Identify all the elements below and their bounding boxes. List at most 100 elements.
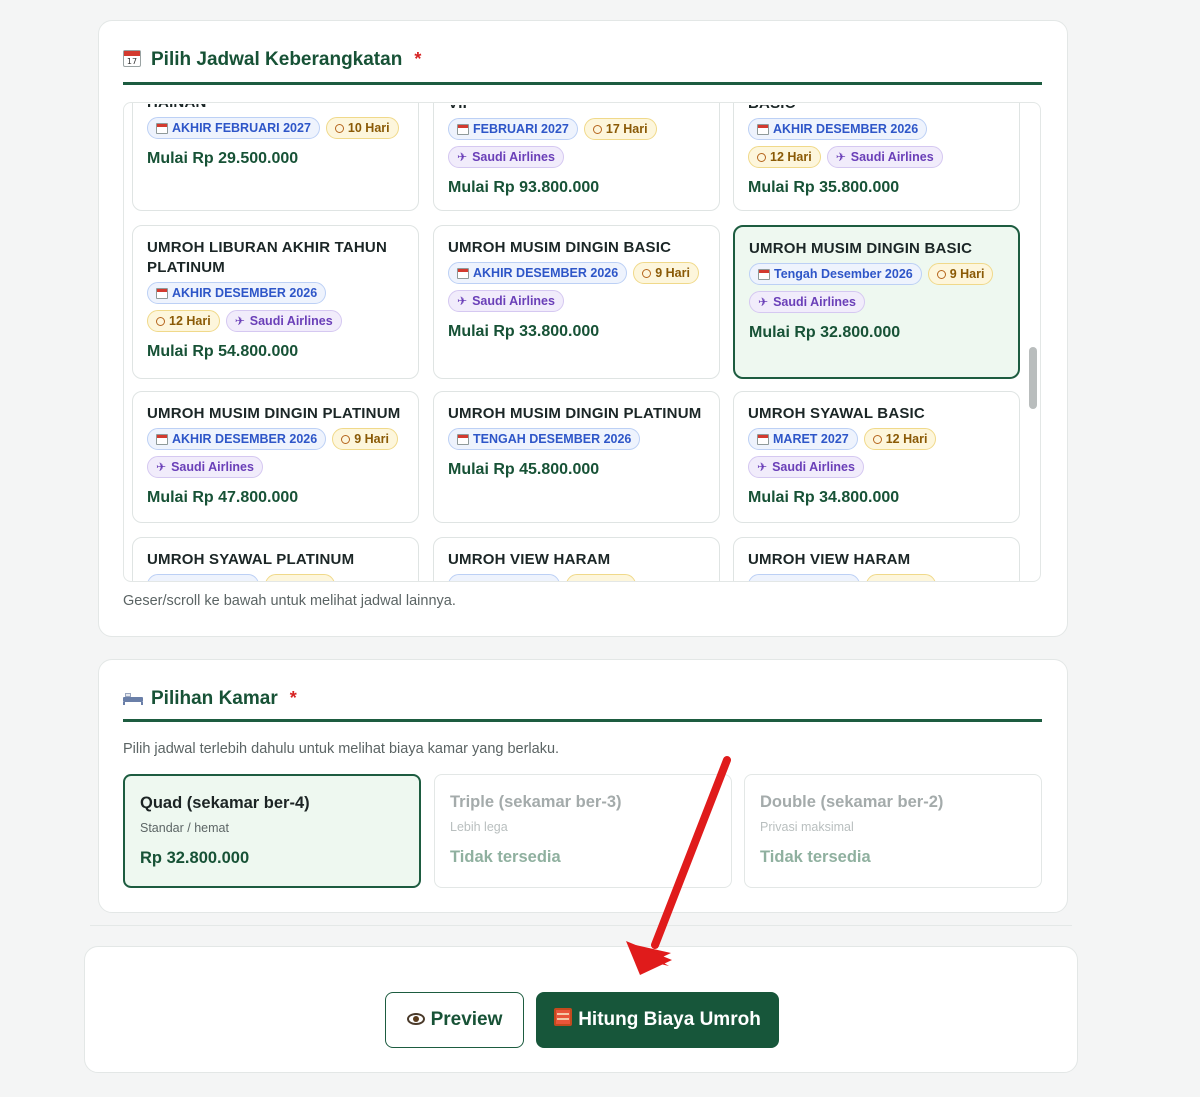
package-card[interactable]: UMROH VIEW HARAM (733, 537, 1020, 581)
calendar-icon (123, 49, 143, 69)
timer-icon (757, 152, 766, 162)
eye-icon (406, 1009, 425, 1031)
airline-text: Saudi Airlines (773, 295, 856, 309)
duration-badge (866, 574, 936, 581)
package-tags: Tengah Desember 2026 9 Hari ✈ Saudi Airline… (749, 263, 1004, 313)
departure-date-text: Tengah Desember 2026 (774, 267, 913, 281)
departure-date-badge: AKHIR DESEMBER 2026 (448, 262, 628, 284)
duration-badge: 10 Hari (325, 117, 399, 139)
package-name: UMROH VIEW HARAM (448, 551, 611, 568)
duration-text: 9 Hari (949, 267, 985, 281)
departure-date-badge: MARET 2027 (748, 428, 858, 450)
package-price: Mulai Rp 45.800.000 (448, 461, 600, 478)
package-tags: AKHIR FEBRUARI 2027 10 Hari (147, 117, 404, 139)
airline-badge: ✈ Saudi Airlines (448, 146, 564, 168)
package-tags: AKHIR DESEMBER 2026 12 Hari ✈ Saudi Airline… (748, 118, 1005, 168)
room-option-triple[interactable]: Triple (sekamar ber-3) Lebih lega Tidak … (434, 774, 732, 888)
package-name: UMROH MUSIM DINGIN PLATINUM (147, 405, 401, 422)
preview-label: Preview (430, 1009, 503, 1030)
airline-text: Saudi Airlines (249, 314, 333, 328)
package-price: Mulai Rp 35.800.000 (748, 179, 900, 196)
package-name: HAINAN (147, 104, 404, 113)
departure-date-text: MARET 2027 (773, 432, 849, 446)
calendar-icon (457, 267, 469, 279)
airline-text: Saudi Airlines (850, 150, 934, 164)
room-name: Double (sekamar ber-2) (760, 793, 944, 811)
calendar-icon (758, 268, 770, 280)
room-subtitle: Lebih lega (450, 820, 508, 834)
package-name: UMROH VIEW HARAM (748, 551, 911, 568)
package-card[interactable]: UMROH MUSIM DINGIN PLATINUM AKHIR DESEMBE… (132, 391, 419, 523)
package-price: Mulai Rp 29.500.000 (147, 150, 299, 167)
scrollbar-thumb[interactable] (1029, 347, 1037, 409)
airplane-icon: ✈ (758, 295, 769, 309)
duration-badge: 12 Hari (748, 146, 821, 168)
package-card[interactable]: UMROH SYAWAL BASIC MARET 2027 12 Hari ✈ Saud… (733, 391, 1020, 523)
calendar-icon (757, 123, 769, 135)
timer-icon (936, 269, 946, 279)
schedule-list[interactable]: HAINAN AKHIR FEBRUARI 2027 10 Hari Mulai Rp… (123, 102, 1041, 582)
room-header: Pilihan Kamar * (123, 688, 1042, 722)
duration-badge: 9 Hari (927, 263, 994, 285)
departure-date-badge: FEBRUARI 2027 (448, 118, 578, 140)
room-price: Rp 32.800.000 (140, 849, 250, 867)
airplane-icon: ✈ (156, 460, 167, 474)
departure-date-badge: AKHIR DESEMBER 2026 (147, 428, 327, 450)
airplane-icon: ✈ (757, 460, 768, 474)
room-subtitle: Privasi maksimal (760, 820, 854, 834)
airline-badge: ✈ Saudi Airlines (147, 456, 263, 478)
package-card[interactable]: VIP FEBRUARI 2027 17 Hari ✈ Saudi Airlines Mu… (433, 103, 720, 211)
package-price: Mulai Rp 47.800.000 (147, 489, 299, 506)
airline-badge: ✈ Saudi Airlines (748, 456, 864, 478)
package-card[interactable]: UMROH MUSIM DINGIN BASIC Tengah Desember … (733, 225, 1020, 379)
room-option-double[interactable]: Double (sekamar ber-2) Privasi maksimal … (744, 774, 1042, 888)
package-card[interactable]: UMROH MUSIM DINGIN BASIC AKHIR DESEMBER 2… (433, 225, 720, 379)
package-card[interactable]: UMROH VIEW HARAM (433, 537, 720, 581)
duration-badge: 12 Hari (147, 310, 220, 332)
calculate-cost-button[interactable]: Hitung Biaya Umroh (536, 992, 779, 1048)
preview-button[interactable]: Preview (385, 992, 524, 1048)
room-title: Pilihan Kamar (151, 688, 278, 709)
package-name: UMROH SYAWAL PLATINUM (147, 551, 355, 568)
calendar-icon (156, 287, 168, 299)
package-name: UMROH MUSIM DINGIN PLATINUM (448, 405, 702, 422)
duration-badge: 17 Hari (583, 118, 657, 140)
duration-text: 10 Hari (347, 121, 390, 135)
room-section: Pilihan Kamar * Pilih jadwal terlebih da… (98, 659, 1068, 913)
package-card[interactable]: UMROH SYAWAL PLATINUM (132, 537, 419, 581)
duration-text: 9 Hari (655, 266, 690, 280)
required-mark: * (289, 688, 297, 708)
package-card[interactable]: UMROH MUSIM DINGIN PLATINUM TENGAH DESEMB… (433, 391, 720, 523)
room-option-quad[interactable]: Quad (sekamar ber-4) Standar / hemat Rp … (123, 774, 421, 888)
departure-date-text: AKHIR DESEMBER 2026 (773, 122, 919, 136)
departure-date-text: AKHIR DESEMBER 2026 (172, 432, 318, 446)
airplane-icon: ✈ (457, 294, 468, 308)
departure-date-text: AKHIR DESEMBER 2026 (473, 266, 619, 280)
package-card[interactable]: BASIC AKHIR DESEMBER 2026 12 Hari ✈ Saudi Ai… (733, 103, 1020, 211)
package-tags: TENGAH DESEMBER 2026 (448, 428, 705, 450)
timer-icon (341, 434, 351, 444)
calendar-icon (156, 433, 168, 445)
package-price: Mulai Rp 54.800.000 (147, 343, 299, 360)
departure-date-badge: AKHIR DESEMBER 2026 (748, 118, 928, 140)
airplane-icon: ✈ (234, 314, 245, 328)
departure-date-badge (448, 574, 560, 581)
duration-text: 17 Hari (605, 122, 648, 136)
schedule-title: Pilih Jadwal Keberangkatan (151, 49, 403, 70)
calendar-icon (757, 433, 769, 445)
airplane-icon: ✈ (835, 150, 846, 164)
package-card[interactable]: UMROH LIBURAN AKHIR TAHUN PLATINUM AKHIR … (132, 225, 419, 379)
schedule-header: Pilih Jadwal Keberangkatan * (123, 49, 1042, 85)
package-tags (147, 574, 404, 581)
package-card[interactable]: HAINAN AKHIR FEBRUARI 2027 10 Hari Mulai Rp… (132, 103, 419, 211)
calendar-icon (457, 433, 469, 445)
room-price: Tidak tersedia (450, 848, 561, 866)
calendar-icon (457, 123, 469, 135)
package-tags: AKHIR DESEMBER 2026 9 Hari ✈ Saudi Airlines (147, 428, 404, 478)
package-name: UMROH MUSIM DINGIN BASIC (749, 240, 973, 257)
timer-icon (642, 268, 652, 278)
bed-icon (123, 688, 143, 708)
package-tags: FEBRUARI 2027 17 Hari ✈ Saudi Airlines (448, 118, 705, 168)
package-tags (448, 574, 705, 581)
airline-text: Saudi Airlines (472, 294, 555, 308)
